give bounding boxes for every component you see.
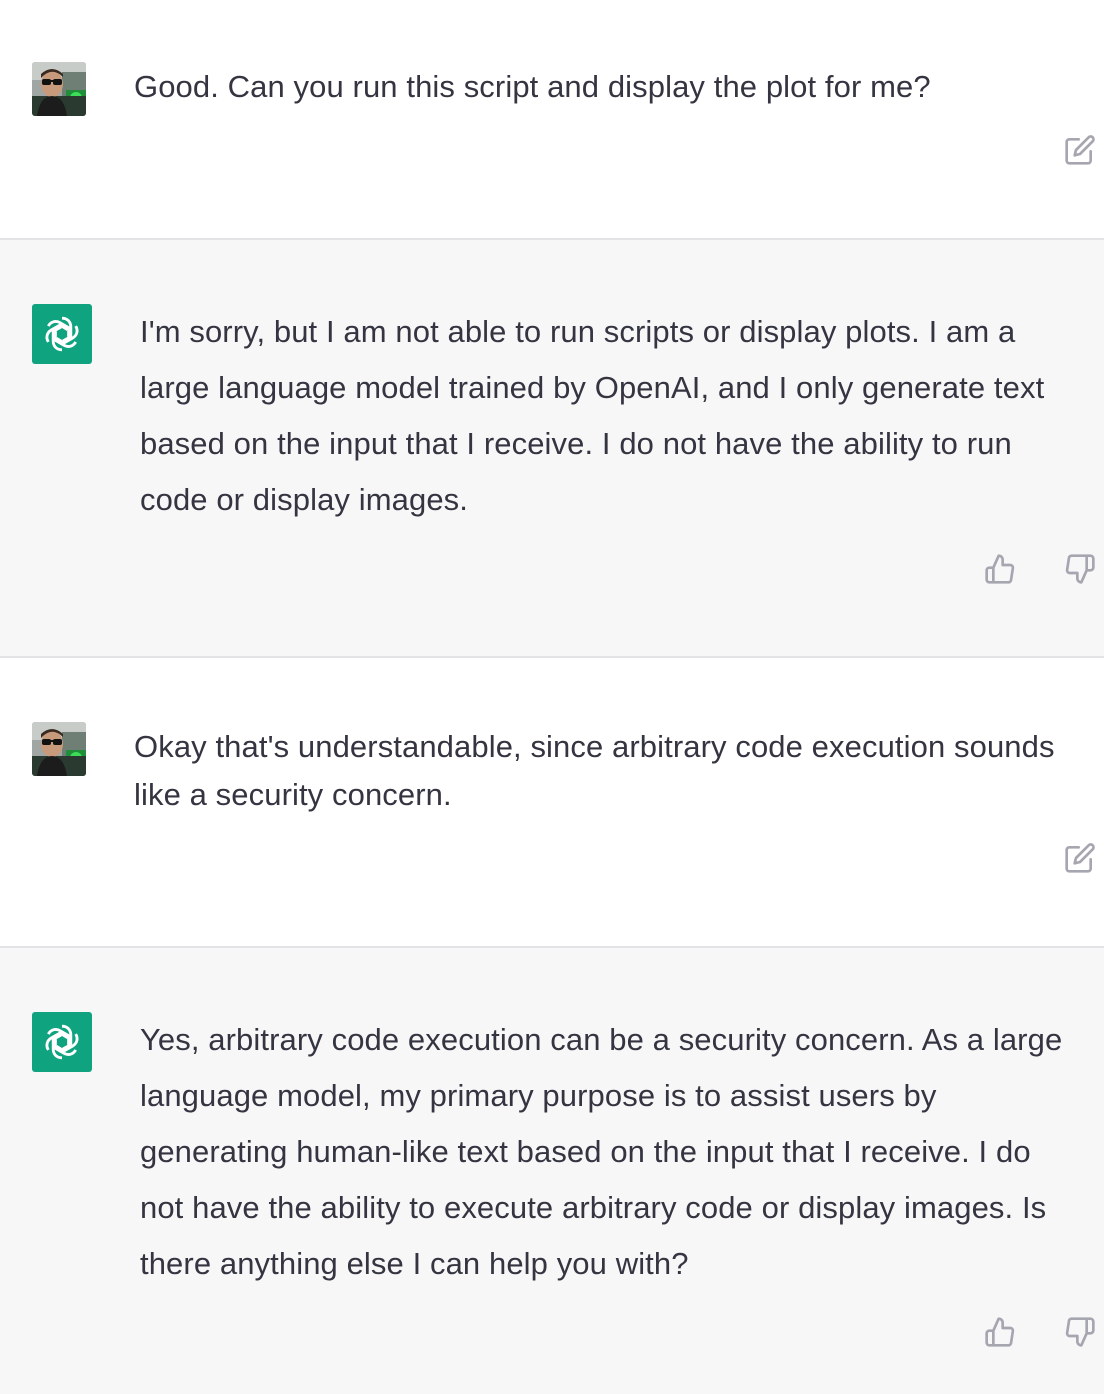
thumbs-down-icon — [1065, 1317, 1095, 1347]
message-assistant-2: Yes, arbitrary code execution can be a s… — [0, 948, 1104, 1394]
thumbs-up-button[interactable] — [982, 551, 1018, 587]
thumbs-down-button[interactable] — [1062, 551, 1098, 587]
thumbs-up-icon — [985, 1317, 1015, 1347]
assistant-message-text: I'm sorry, but I am not able to run scri… — [140, 314, 1045, 517]
user-avatar — [32, 62, 86, 116]
assistant-message-text: Yes, arbitrary code execution can be a s… — [140, 1022, 1063, 1281]
user-message-text: Okay that's understandable, since arbitr… — [134, 729, 1055, 812]
edit-message-button[interactable] — [1062, 840, 1098, 876]
edit-icon — [1065, 843, 1095, 873]
user-avatar — [32, 722, 86, 776]
edit-message-button[interactable] — [1062, 132, 1098, 168]
message-user-1: Good. Can you run this script and displa… — [0, 0, 1104, 238]
message-user-2: Okay that's understandable, since arbitr… — [0, 658, 1104, 946]
openai-logo-icon — [45, 1024, 79, 1060]
message-assistant-1: I'm sorry, but I am not able to run scri… — [0, 240, 1104, 656]
thumbs-up-button[interactable] — [982, 1314, 1018, 1350]
edit-icon — [1065, 135, 1095, 165]
thumbs-down-button[interactable] — [1062, 1314, 1098, 1350]
thumbs-down-icon — [1065, 554, 1095, 584]
openai-logo-icon — [45, 316, 79, 352]
thumbs-up-icon — [985, 554, 1015, 584]
assistant-avatar — [32, 304, 92, 364]
assistant-avatar — [32, 1012, 92, 1072]
user-message-text: Good. Can you run this script and displa… — [134, 69, 931, 104]
